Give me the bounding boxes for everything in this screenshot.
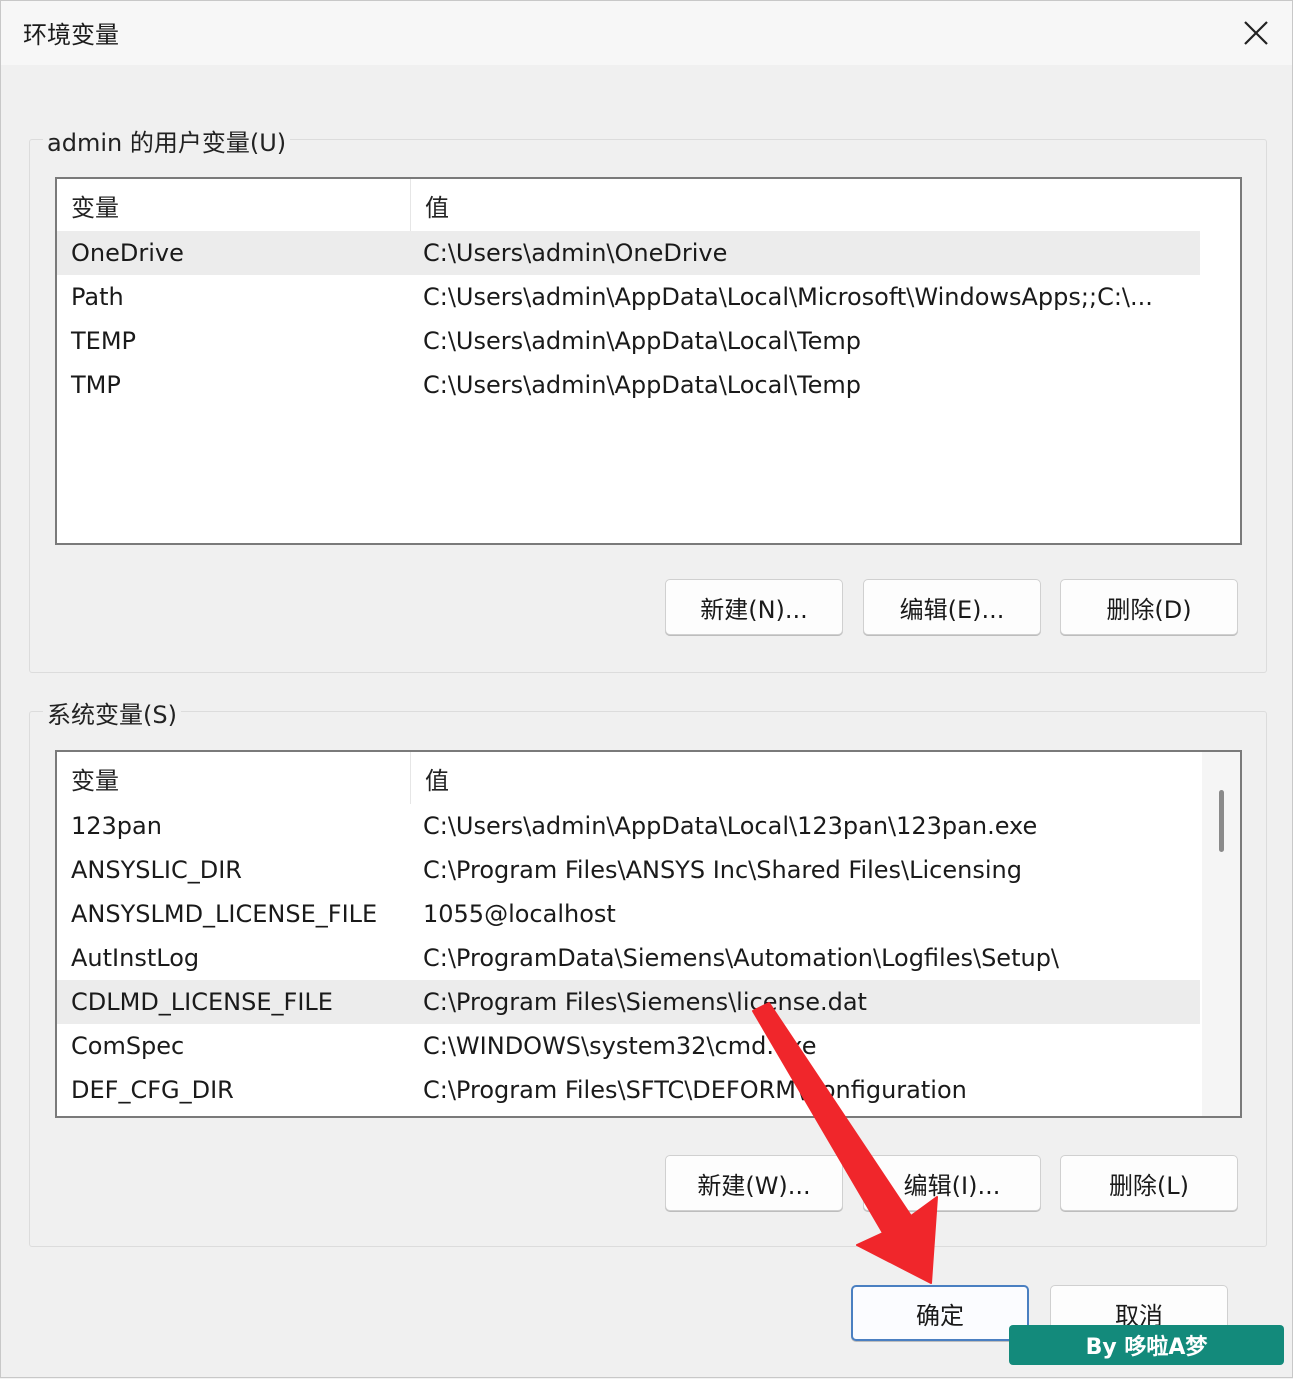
user-variables-legend: admin 的用户变量(U): [43, 123, 291, 158]
variable-value-cell: C:\Program Files\SFTC\DEFORM\Configurati…: [423, 1076, 967, 1104]
variable-name-cell: CDLMD_LICENSE_FILE: [71, 988, 333, 1016]
variable-value-cell: C:\ProgramData\Siemens\Automation\Logfil…: [423, 944, 1060, 972]
table-row[interactable]: CDLMD_LICENSE_FILE C:\Program Files\Sieme…: [57, 980, 1200, 1024]
table-row[interactable]: ComSpec C:\WINDOWS\system32\cmd.exe: [57, 1024, 1200, 1068]
variable-value-cell: C:\Users\admin\OneDrive: [423, 239, 728, 267]
table-row[interactable]: 123pan C:\Users\admin\AppData\Local\123pa…: [57, 804, 1200, 848]
table-row[interactable]: ANSYSLMD_LICENSE_FILE 1055@localhost: [57, 892, 1200, 936]
system-variables-legend: 系统变量(S): [43, 695, 181, 730]
variable-name-cell: ComSpec: [71, 1032, 185, 1060]
environment-variables-dialog: 环境变量 admin 的用户变量(U) 变量 值 OneDrive C:\User…: [0, 0, 1293, 1378]
variable-name-cell: 123pan: [71, 812, 162, 840]
variable-value-cell: C:\Program Files\ANSYS Inc\Shared Files\…: [423, 856, 1022, 884]
table-row[interactable]: Path C:\Users\admin\AppData\Local\Microso…: [57, 275, 1200, 319]
column-header-value[interactable]: 值: [411, 752, 449, 804]
variable-value-cell: 1055@localhost: [423, 900, 616, 928]
table-row[interactable]: TMP C:\Users\admin\AppData\Local\Temp: [57, 363, 1200, 407]
system-new-button[interactable]: 新建(W)...: [665, 1155, 843, 1211]
column-header-variable[interactable]: 变量: [57, 752, 411, 804]
scrollbar-thumb[interactable]: [1219, 790, 1224, 852]
variable-name-cell: OneDrive: [71, 239, 184, 267]
user-delete-button[interactable]: 删除(D): [1060, 579, 1238, 635]
variable-value-cell: C:\Users\admin\AppData\Local\Temp: [423, 327, 862, 355]
user-variables-header: 变量 值: [57, 179, 1200, 231]
variable-value-cell: C:\Users\admin\AppData\Local\Temp: [423, 371, 862, 399]
user-edit-button[interactable]: 编辑(E)...: [863, 579, 1041, 635]
title-bar: 环境变量: [1, 1, 1292, 65]
table-row[interactable]: AutInstLog C:\ProgramData\Siemens\Automat…: [57, 936, 1200, 980]
user-new-button[interactable]: 新建(N)...: [665, 579, 843, 635]
table-row[interactable]: DEF_CFG_DIR C:\Program Files\SFTC\DEFORM\…: [57, 1068, 1200, 1112]
close-button[interactable]: [1228, 7, 1284, 59]
variable-value-cell: C:\Program Files\Siemens\license.dat: [423, 988, 867, 1016]
close-icon: [1244, 21, 1268, 45]
system-variables-list[interactable]: 变量 值 123pan C:\Users\admin\AppData\Local\…: [55, 750, 1242, 1118]
column-header-variable[interactable]: 变量: [57, 179, 411, 231]
column-header-value[interactable]: 值: [411, 179, 449, 231]
table-row[interactable]: TEMP C:\Users\admin\AppData\Local\Temp: [57, 319, 1200, 363]
system-variables-rows: 123pan C:\Users\admin\AppData\Local\123pa…: [57, 804, 1200, 1112]
window-title: 环境变量: [23, 21, 119, 49]
system-variables-scrollbar[interactable]: [1202, 752, 1240, 1116]
variable-name-cell: TEMP: [71, 327, 137, 355]
system-variables-header: 变量 值: [57, 752, 1200, 804]
system-delete-button[interactable]: 删除(L): [1060, 1155, 1238, 1211]
system-edit-button[interactable]: 编辑(I)...: [863, 1155, 1041, 1211]
variable-value-cell: C:\Users\admin\AppData\Local\123pan\123p…: [423, 812, 1038, 840]
table-row[interactable]: OneDrive C:\Users\admin\OneDrive: [57, 231, 1200, 275]
variable-name-cell: Path: [71, 283, 124, 311]
variable-value-cell: C:\WINDOWS\system32\cmd.exe: [423, 1032, 817, 1060]
variable-name-cell: ANSYSLIC_DIR: [71, 856, 242, 884]
user-variables-rows: OneDrive C:\Users\admin\OneDrive Path C:\Us…: [57, 231, 1200, 407]
table-row[interactable]: ANSYSLIC_DIR C:\Program Files\ANSYS Inc\S…: [57, 848, 1200, 892]
variable-name-cell: DEF_CFG_DIR: [71, 1076, 234, 1104]
variable-name-cell: ANSYSLMD_LICENSE_FILE: [71, 900, 378, 928]
variable-value-cell: C:\Users\admin\AppData\Local\Microsoft\W…: [423, 283, 1153, 311]
user-variables-list[interactable]: 变量 值 OneDrive C:\Users\admin\OneDrive Path…: [55, 177, 1242, 545]
variable-name-cell: TMP: [71, 371, 121, 399]
watermark-badge: By 哆啦A梦: [1009, 1325, 1284, 1365]
ok-button[interactable]: 确定: [851, 1285, 1029, 1341]
variable-name-cell: AutInstLog: [71, 944, 200, 972]
